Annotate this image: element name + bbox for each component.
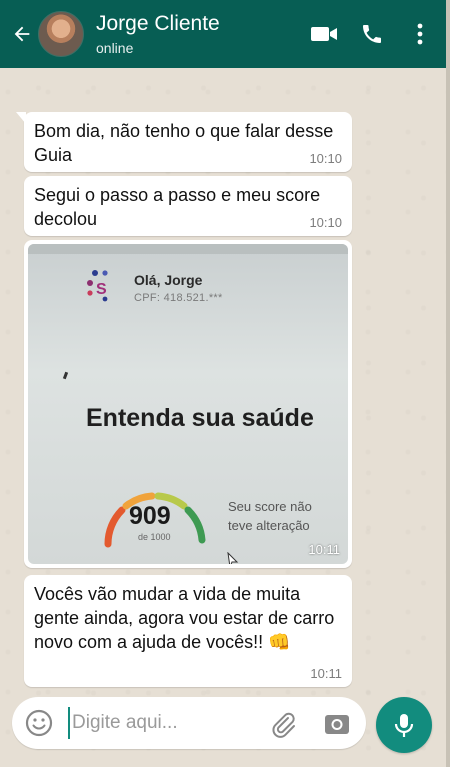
back-arrow-icon[interactable] xyxy=(8,19,36,49)
phone-call-icon[interactable] xyxy=(354,16,390,52)
photo-greeting: Olá, Jorge xyxy=(134,272,203,288)
contact-status: online xyxy=(96,39,134,56)
message-input[interactable] xyxy=(68,707,258,739)
attach-icon[interactable] xyxy=(268,709,298,739)
message-bubble[interactable]: Bom dia, não tenho o que falar desse Gui… xyxy=(16,112,352,172)
chat-header: Jorge Cliente online xyxy=(0,0,446,68)
message-time: 10:11 xyxy=(310,666,342,681)
score-note: Seu score não teve alteração xyxy=(228,499,312,533)
logo-letter: S xyxy=(96,281,107,298)
photo-edge xyxy=(28,244,348,254)
emoji-icon[interactable] xyxy=(24,708,54,738)
message-bubble[interactable]: Segui o passo a passo e meu score decolo… xyxy=(24,176,352,236)
shared-photo[interactable]: S Olá, Jorge CPF: 418.521.*** Entenda su… xyxy=(28,244,348,564)
message-composer xyxy=(12,697,366,749)
message-text: Vocês vão mudar a vida de muita gente ai… xyxy=(34,584,335,652)
video-call-icon[interactable] xyxy=(306,16,342,52)
camera-icon[interactable] xyxy=(322,709,352,739)
brand-logo-icon: S xyxy=(87,270,108,302)
smudge-mark xyxy=(62,371,69,380)
mic-button[interactable] xyxy=(376,697,432,753)
message-time: 10:11 xyxy=(308,542,340,557)
score-max: de 1000 xyxy=(138,532,171,542)
avatar[interactable] xyxy=(38,11,84,57)
mouse-cursor-icon xyxy=(227,552,239,564)
more-options-icon[interactable] xyxy=(402,16,438,52)
contact-info[interactable]: Jorge Cliente online xyxy=(96,12,306,57)
message-text: Bom dia, não tenho o que falar desse Gui… xyxy=(34,121,334,165)
message-text: Segui o passo a passo e meu score decolo… xyxy=(34,185,321,229)
photo-heading: Entenda sua saúde xyxy=(86,404,314,432)
message-time: 10:10 xyxy=(309,151,342,166)
image-message[interactable]: S Olá, Jorge CPF: 418.521.*** Entenda su… xyxy=(24,240,352,568)
message-bubble[interactable]: Vocês vão mudar a vida de muita gente ai… xyxy=(24,575,352,687)
chat-window: Jorge Cliente online Bom dia, não tenho … xyxy=(0,0,450,767)
mic-icon xyxy=(394,714,414,737)
contact-name: Jorge Cliente xyxy=(96,11,220,35)
photo-cpf: CPF: 418.521.*** xyxy=(134,292,223,304)
score-value: 909 xyxy=(129,502,171,530)
message-time: 10:10 xyxy=(309,215,342,230)
bubble-tail xyxy=(16,112,26,124)
